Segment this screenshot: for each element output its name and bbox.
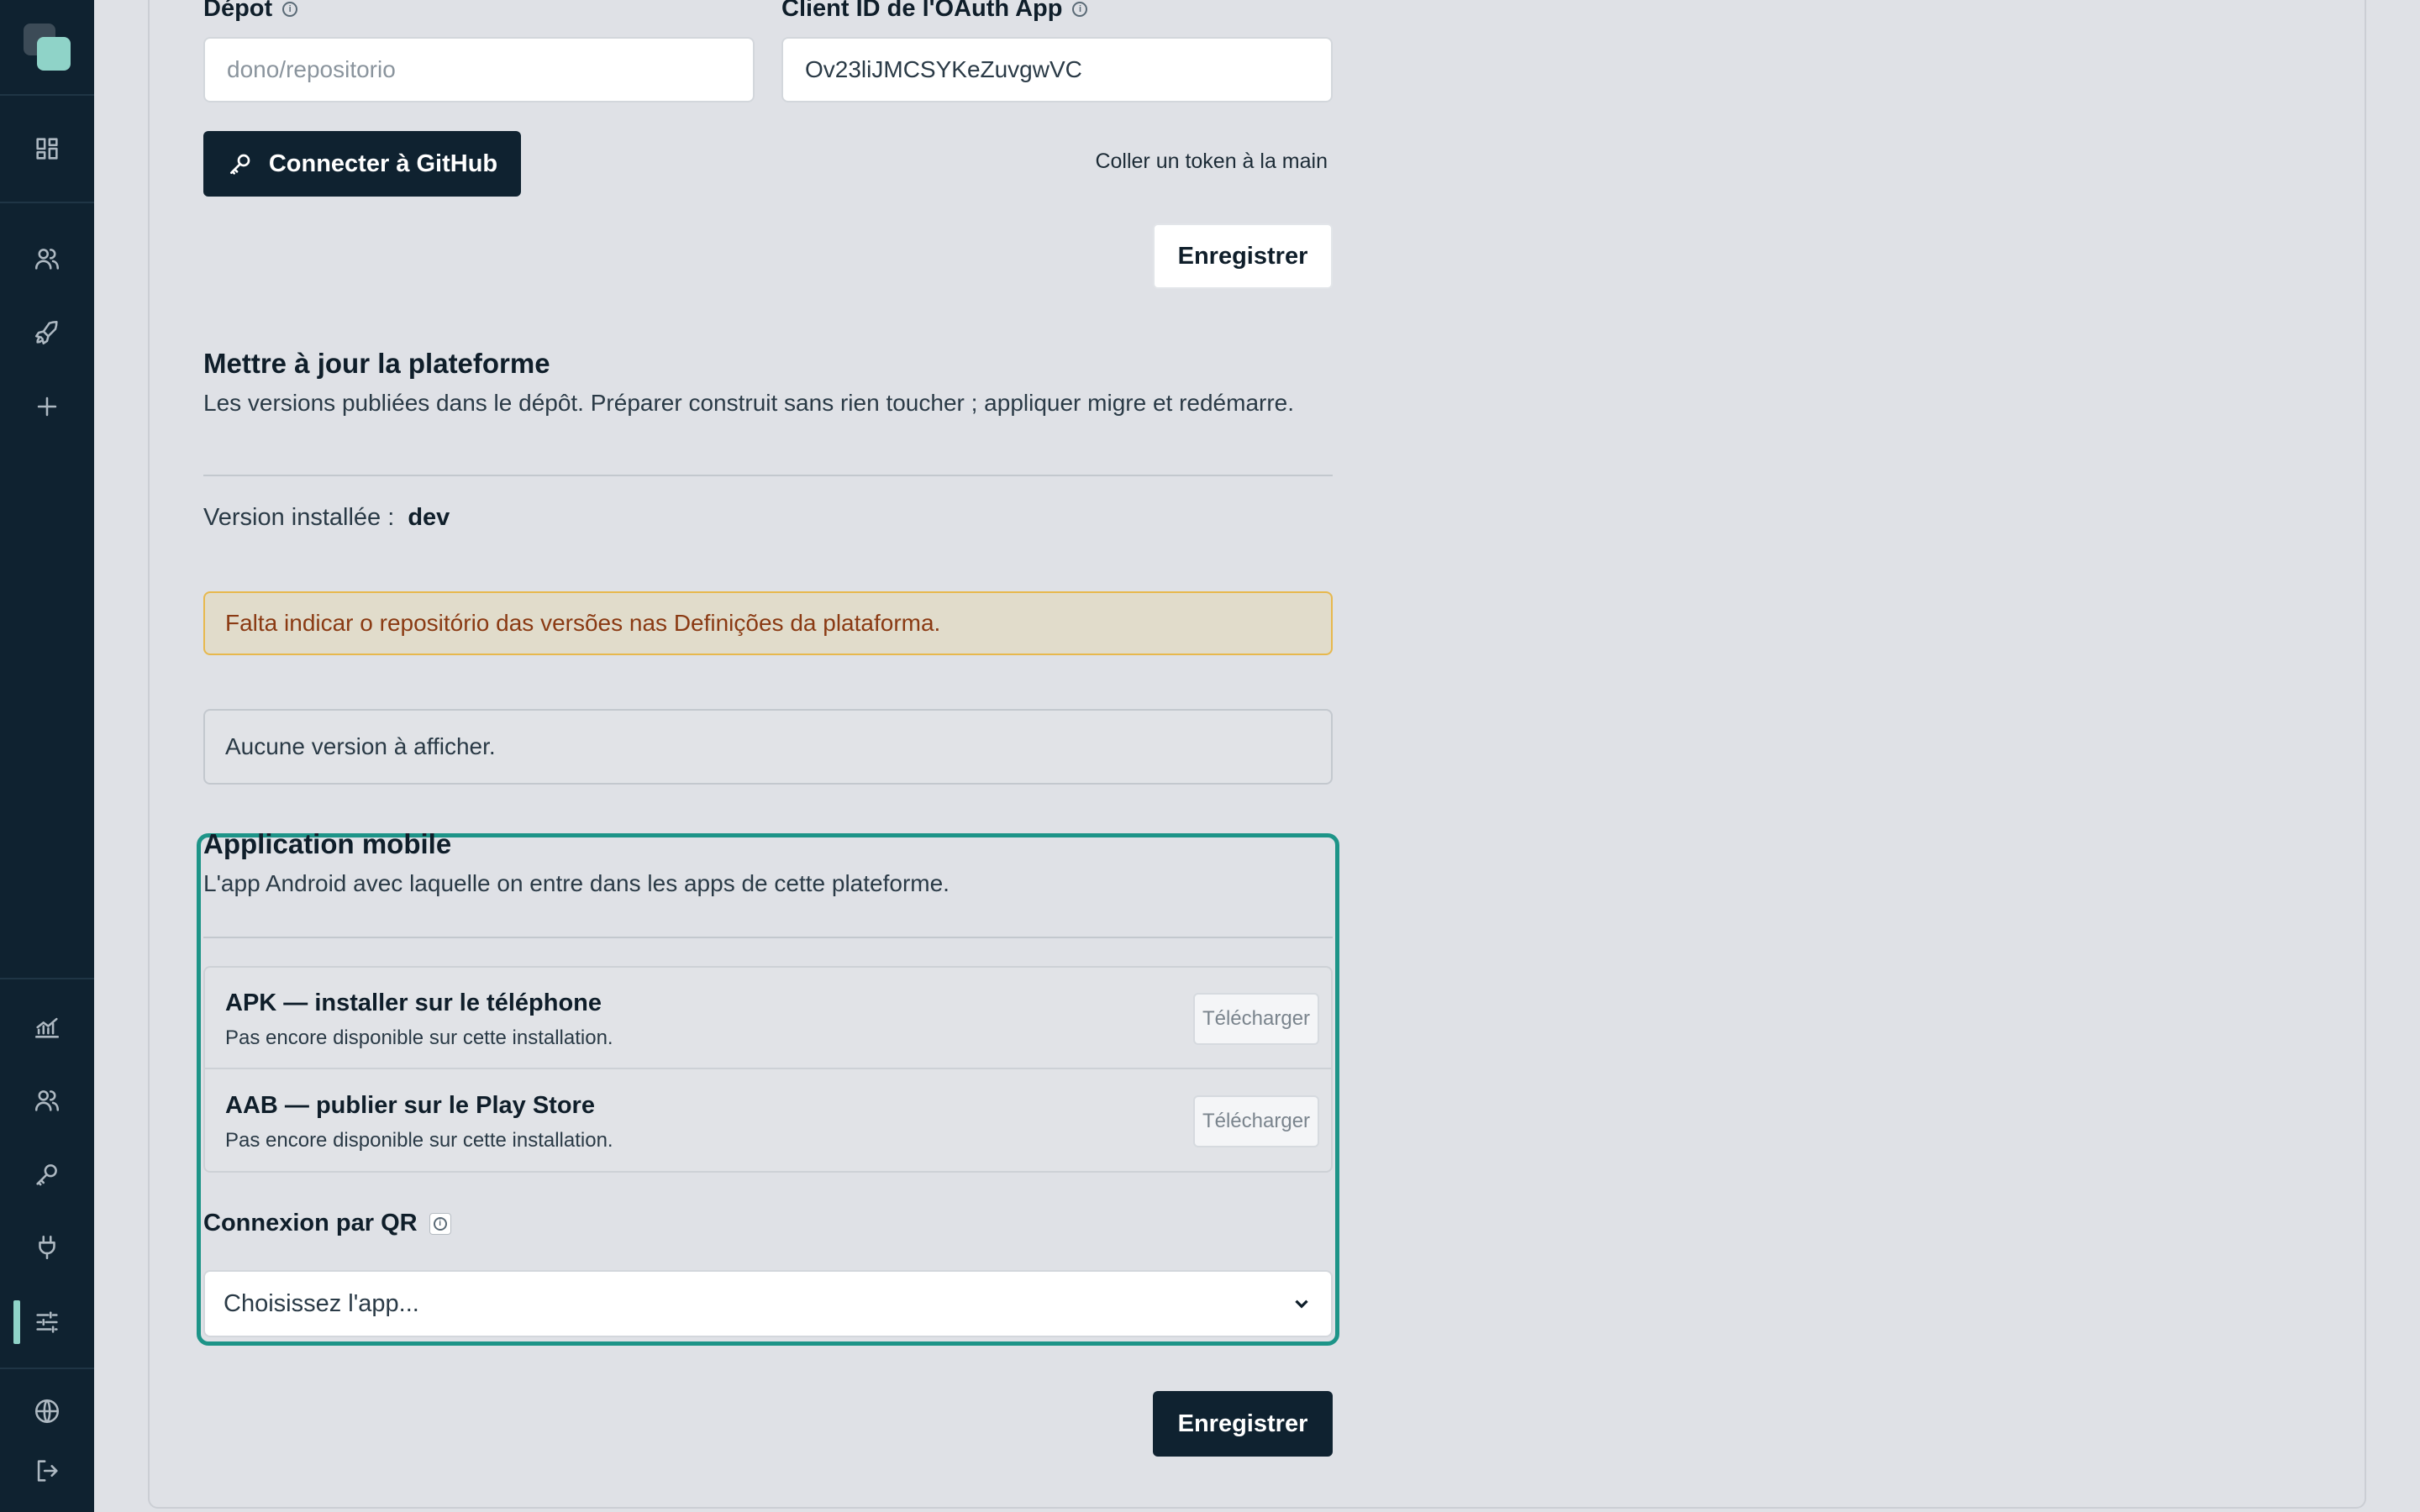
save-github-button[interactable]: Enregistrer xyxy=(1153,223,1333,289)
versions-empty-state: Aucune version à afficher. xyxy=(203,709,1333,785)
dashboard-icon[interactable] xyxy=(30,132,64,165)
mobile-section-description: L'app Android avec laquelle on entre dan… xyxy=(203,870,950,896)
paste-token-link[interactable]: Coller un token à la main xyxy=(1076,150,1344,174)
client-id-label: Client ID de l'OAuth App i xyxy=(781,0,1088,23)
sidebar-divider xyxy=(0,1368,94,1369)
users-icon[interactable] xyxy=(30,242,64,276)
rocket-icon[interactable] xyxy=(30,316,64,349)
list-item: APK — installer sur le téléphone Pas enc… xyxy=(205,968,1331,1069)
apk-subtitle: Pas encore disponible sur cette installa… xyxy=(225,1026,613,1049)
installed-version: Version installée : dev xyxy=(203,504,450,531)
team-icon[interactable] xyxy=(30,1084,64,1117)
aab-title: AAB — publier sur le Play Store xyxy=(225,1092,595,1119)
logout-icon[interactable] xyxy=(30,1454,64,1488)
info-icon[interactable]: i xyxy=(429,1212,451,1235)
repo-label: Dépot i xyxy=(203,0,298,23)
section-divider xyxy=(203,937,1333,938)
chart-icon[interactable] xyxy=(30,1011,64,1044)
plus-icon[interactable] xyxy=(30,390,64,423)
sidebar-active-indicator xyxy=(13,1300,20,1344)
aab-subtitle: Pas encore disponible sur cette installa… xyxy=(225,1129,613,1152)
apk-title: APK — installer sur le téléphone xyxy=(225,990,602,1016)
update-section-description: Les versions publiées dans le dépôt. Pré… xyxy=(203,390,1295,416)
repo-input[interactable]: dono/repositorio xyxy=(203,37,755,102)
settings-panel: Dépot i Client ID de l'OAuth App i dono/… xyxy=(148,0,2366,1509)
connect-github-button[interactable]: Connecter à GitHub xyxy=(203,131,521,197)
chevron-down-icon xyxy=(1295,1299,1308,1309)
sidebar-divider xyxy=(0,202,94,203)
qr-label: Connexion par QR i xyxy=(203,1210,451,1237)
client-id-input[interactable]: Ov23liJMCSYKeZuvgwVC xyxy=(781,37,1333,102)
section-divider xyxy=(203,475,1333,476)
download-aab-button[interactable]: Télécharger xyxy=(1193,1095,1319,1147)
qr-app-select[interactable]: Choisissez l'app... xyxy=(203,1270,1333,1337)
plug-icon[interactable] xyxy=(30,1231,64,1264)
sidebar xyxy=(0,0,94,1512)
warning-banner: Falta indicar o repositório das versões … xyxy=(203,591,1333,655)
list-item: AAB — publier sur le Play Store Pas enco… xyxy=(205,1070,1331,1173)
save-mobile-button[interactable]: Enregistrer xyxy=(1153,1391,1333,1457)
sliders-icon[interactable] xyxy=(30,1305,64,1339)
sidebar-divider xyxy=(0,94,94,96)
app-logo[interactable] xyxy=(24,24,71,71)
download-list: APK — installer sur le téléphone Pas enc… xyxy=(203,966,1333,1173)
download-apk-button[interactable]: Télécharger xyxy=(1193,993,1319,1045)
info-icon[interactable]: i xyxy=(282,1,298,17)
key-icon[interactable] xyxy=(30,1158,64,1191)
sidebar-divider xyxy=(0,978,94,979)
update-section-title: Mettre à jour la plateforme xyxy=(203,348,550,379)
globe-icon[interactable] xyxy=(30,1394,64,1428)
key-icon xyxy=(229,154,250,175)
installed-version-value: dev xyxy=(408,504,450,531)
info-icon[interactable]: i xyxy=(1072,1,1088,17)
mobile-section-title: Application mobile xyxy=(203,828,452,859)
